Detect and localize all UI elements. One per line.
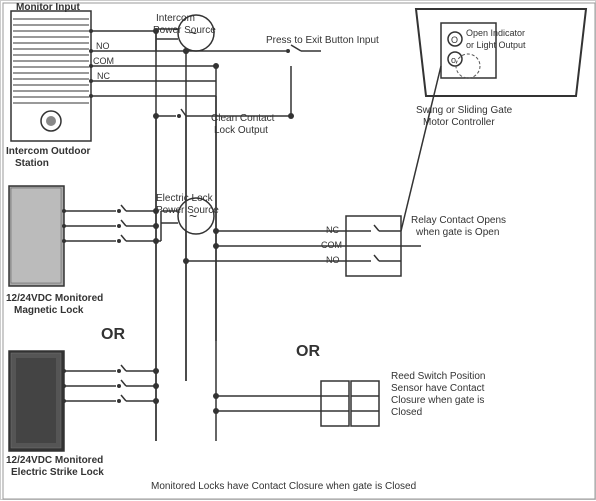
svg-text:when gate is Open: when gate is Open <box>415 227 499 238</box>
svg-text:OR: OR <box>101 326 125 343</box>
svg-text:NO: NO <box>326 255 340 265</box>
svg-text:Power Source: Power Source <box>153 25 216 36</box>
svg-text:OR: OR <box>296 343 320 360</box>
svg-text:Lock Output: Lock Output <box>214 125 268 136</box>
svg-text:Sensor have Contact: Sensor have Contact <box>391 383 485 394</box>
svg-text:Monitor Input: Monitor Input <box>16 2 81 13</box>
svg-text:Monitored Locks have Contact C: Monitored Locks have Contact Closure whe… <box>151 481 416 492</box>
svg-text:Electric Strike Lock: Electric Strike Lock <box>11 467 104 478</box>
svg-text:Station: Station <box>15 158 49 169</box>
svg-text:NC: NC <box>326 225 339 235</box>
svg-text:COM: COM <box>321 240 342 250</box>
svg-text:Clean Contact: Clean Contact <box>211 113 275 124</box>
svg-text:Closure when gate is: Closure when gate is <box>391 395 484 406</box>
svg-text:O: O <box>451 35 458 45</box>
svg-text:COM: COM <box>93 56 114 66</box>
diagram-container: Monitor Input NO COM NC Intercom Outdoor… <box>0 0 596 500</box>
svg-text:or Light Output: or Light Output <box>466 40 526 50</box>
svg-text:NO: NO <box>96 41 110 51</box>
svg-text:12/24VDC Monitored: 12/24VDC Monitored <box>6 455 103 466</box>
svg-text:Electric Lock: Electric Lock <box>156 193 214 204</box>
svg-text:Press to Exit Button Input: Press to Exit Button Input <box>266 35 379 46</box>
svg-text:Intercom: Intercom <box>156 13 195 24</box>
svg-text:o: o <box>451 55 456 65</box>
svg-text:Magnetic Lock: Magnetic Lock <box>14 305 84 316</box>
svg-text:NC: NC <box>97 71 110 81</box>
svg-text:Closed: Closed <box>391 407 422 418</box>
svg-text:Reed Switch Position: Reed Switch Position <box>391 371 486 382</box>
svg-text:Intercom Outdoor: Intercom Outdoor <box>6 146 91 157</box>
svg-text:12/24VDC Monitored: 12/24VDC Monitored <box>6 293 103 304</box>
svg-text:Open Indicator: Open Indicator <box>466 28 525 38</box>
svg-text:Relay Contact Opens: Relay Contact Opens <box>411 215 506 226</box>
svg-text:Motor Controller: Motor Controller <box>423 117 495 128</box>
